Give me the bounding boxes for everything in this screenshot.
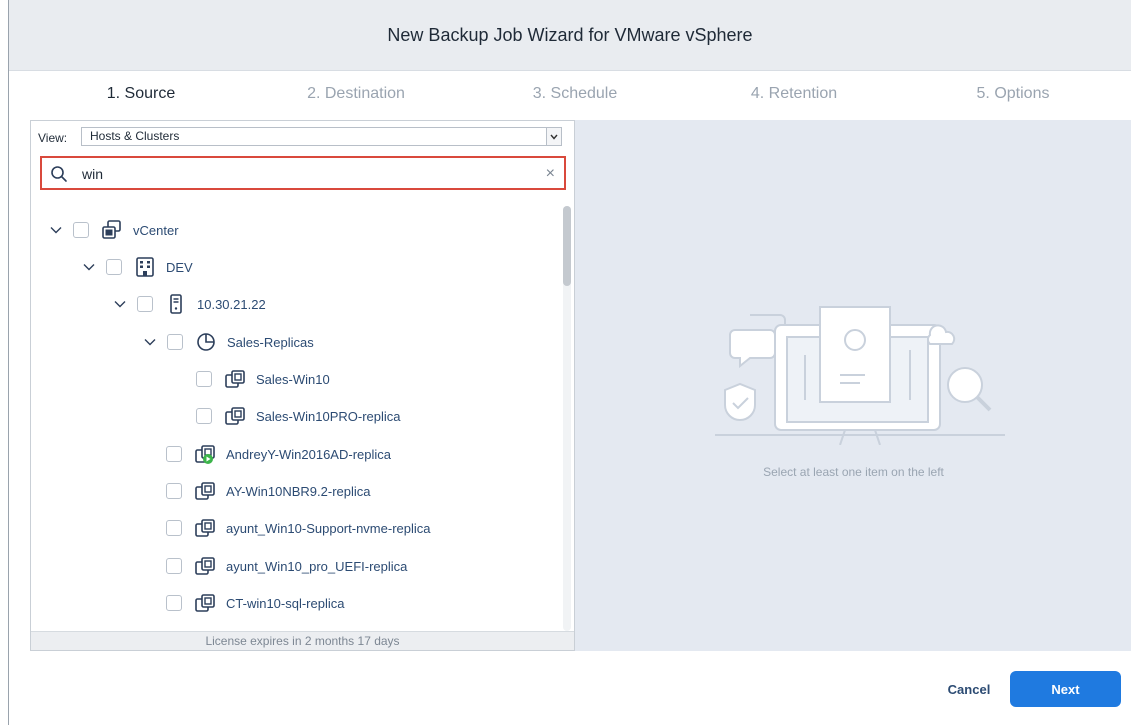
view-row: View: Hosts & Clusters bbox=[31, 121, 574, 151]
tree-item-label: AndreyY-Win2016AD-replica bbox=[226, 446, 391, 462]
resource-pool-icon bbox=[195, 331, 217, 353]
chevron-down-icon[interactable] bbox=[546, 128, 561, 145]
vm-icon bbox=[224, 368, 246, 390]
tree-item-label: CT-win10-sql-replica bbox=[226, 595, 345, 611]
window-title: New Backup Job Wizard for VMware vSphere bbox=[387, 24, 753, 45]
host-icon bbox=[165, 293, 187, 315]
vm-icon bbox=[194, 592, 216, 614]
tree-checkbox[interactable] bbox=[196, 371, 212, 387]
view-label: View: bbox=[38, 131, 68, 145]
vm-icon bbox=[194, 555, 216, 577]
step-source[interactable]: 1. Source bbox=[107, 85, 175, 103]
tree-item-vm[interactable]: ayunt_Win10-Support-nvme-replica bbox=[166, 513, 430, 543]
step-retention[interactable]: 4. Retention bbox=[751, 85, 837, 103]
tree-item-label: vCenter bbox=[133, 222, 179, 238]
search-box[interactable]: × bbox=[40, 156, 566, 190]
search-icon bbox=[50, 165, 68, 183]
tree-item-label: AY-Win10NBR9.2-replica bbox=[226, 483, 371, 499]
tree-checkbox[interactable] bbox=[166, 446, 182, 462]
tree-scrollbar[interactable] bbox=[563, 206, 571, 631]
tree-checkbox[interactable] bbox=[167, 334, 183, 350]
tree-item-vm[interactable]: ayunt_Win10_pro_UEFI-replica bbox=[166, 551, 407, 581]
inventory-tree: vCenter DEV 10.30.21.22 Sales-Replicas S… bbox=[31, 203, 569, 633]
tree-item-vm[interactable]: CT-win10-sql-replica bbox=[166, 588, 344, 618]
vm-running-icon bbox=[194, 443, 216, 465]
source-panel: View: Hosts & Clusters × bbox=[30, 120, 575, 651]
tree-item-vm[interactable]: Sales-Win10 bbox=[196, 364, 330, 394]
next-button[interactable]: Next bbox=[1010, 671, 1121, 707]
tree-item-label: 10.30.21.22 bbox=[197, 296, 266, 312]
vcenter-icon bbox=[101, 219, 123, 241]
tree-item-dev[interactable]: DEV bbox=[82, 252, 193, 282]
wizard-window: New Backup Job Wizard for VMware vSphere… bbox=[8, 0, 1131, 725]
chevron-down-icon[interactable] bbox=[82, 260, 96, 274]
tree-checkbox[interactable] bbox=[73, 222, 89, 238]
tree-checkbox[interactable] bbox=[137, 296, 153, 312]
tree-item-vm[interactable]: AndreyY-Win2016AD-replica bbox=[166, 439, 391, 469]
cancel-button[interactable]: Cancel bbox=[939, 673, 999, 705]
chevron-down-icon[interactable] bbox=[113, 297, 127, 311]
tree-item-label: Sales-Win10 bbox=[256, 371, 330, 387]
tree-item-label: Sales-Replicas bbox=[227, 334, 314, 350]
view-selected-value: Hosts & Clusters bbox=[90, 129, 180, 143]
vm-icon bbox=[224, 405, 246, 427]
empty-state-illustration bbox=[715, 306, 1005, 445]
tree-checkbox[interactable] bbox=[166, 595, 182, 611]
tree-checkbox[interactable] bbox=[166, 483, 182, 499]
step-schedule[interactable]: 3. Schedule bbox=[533, 85, 618, 103]
selection-panel: Select at least one item on the left bbox=[575, 120, 1131, 651]
chevron-down-icon[interactable] bbox=[143, 335, 157, 349]
view-select[interactable]: Hosts & Clusters bbox=[81, 127, 562, 146]
chevron-down-icon[interactable] bbox=[49, 223, 63, 237]
wizard-steps: 1. Source 2. Destination 3. Schedule 4. … bbox=[9, 70, 1131, 120]
tree-item-vcenter[interactable]: vCenter bbox=[49, 215, 179, 245]
tree-item-label: Sales-Win10PRO-replica bbox=[256, 408, 401, 424]
tree-checkbox[interactable] bbox=[196, 408, 212, 424]
tree-item-host[interactable]: 10.30.21.22 bbox=[113, 289, 266, 319]
close-icon[interactable]: × bbox=[546, 165, 555, 183]
tree-checkbox[interactable] bbox=[166, 558, 182, 574]
tree-checkbox[interactable] bbox=[166, 520, 182, 536]
tree-item-label: ayunt_Win10-Support-nvme-replica bbox=[226, 520, 431, 536]
tree-item-vm[interactable]: Sales-Win10PRO-replica bbox=[196, 401, 401, 431]
search-input[interactable] bbox=[82, 164, 522, 184]
title-bar: New Backup Job Wizard for VMware vSphere bbox=[9, 0, 1131, 71]
empty-state-text: Select at least one item on the left bbox=[763, 465, 944, 479]
vm-icon bbox=[194, 517, 216, 539]
tree-item-label: ayunt_Win10_pro_UEFI-replica bbox=[226, 558, 408, 574]
datacenter-icon bbox=[134, 256, 156, 278]
tree-item-sales-replicas[interactable]: Sales-Replicas bbox=[143, 327, 314, 357]
scrollbar-thumb[interactable] bbox=[563, 206, 571, 286]
step-options[interactable]: 5. Options bbox=[977, 85, 1050, 103]
vm-icon bbox=[194, 480, 216, 502]
tree-item-label: DEV bbox=[166, 259, 193, 275]
tree-item-vm[interactable]: AY-Win10NBR9.2-replica bbox=[166, 476, 371, 506]
license-status: License expires in 2 months 17 days bbox=[31, 631, 574, 650]
step-destination[interactable]: 2. Destination bbox=[307, 85, 405, 103]
tree-checkbox[interactable] bbox=[106, 259, 122, 275]
